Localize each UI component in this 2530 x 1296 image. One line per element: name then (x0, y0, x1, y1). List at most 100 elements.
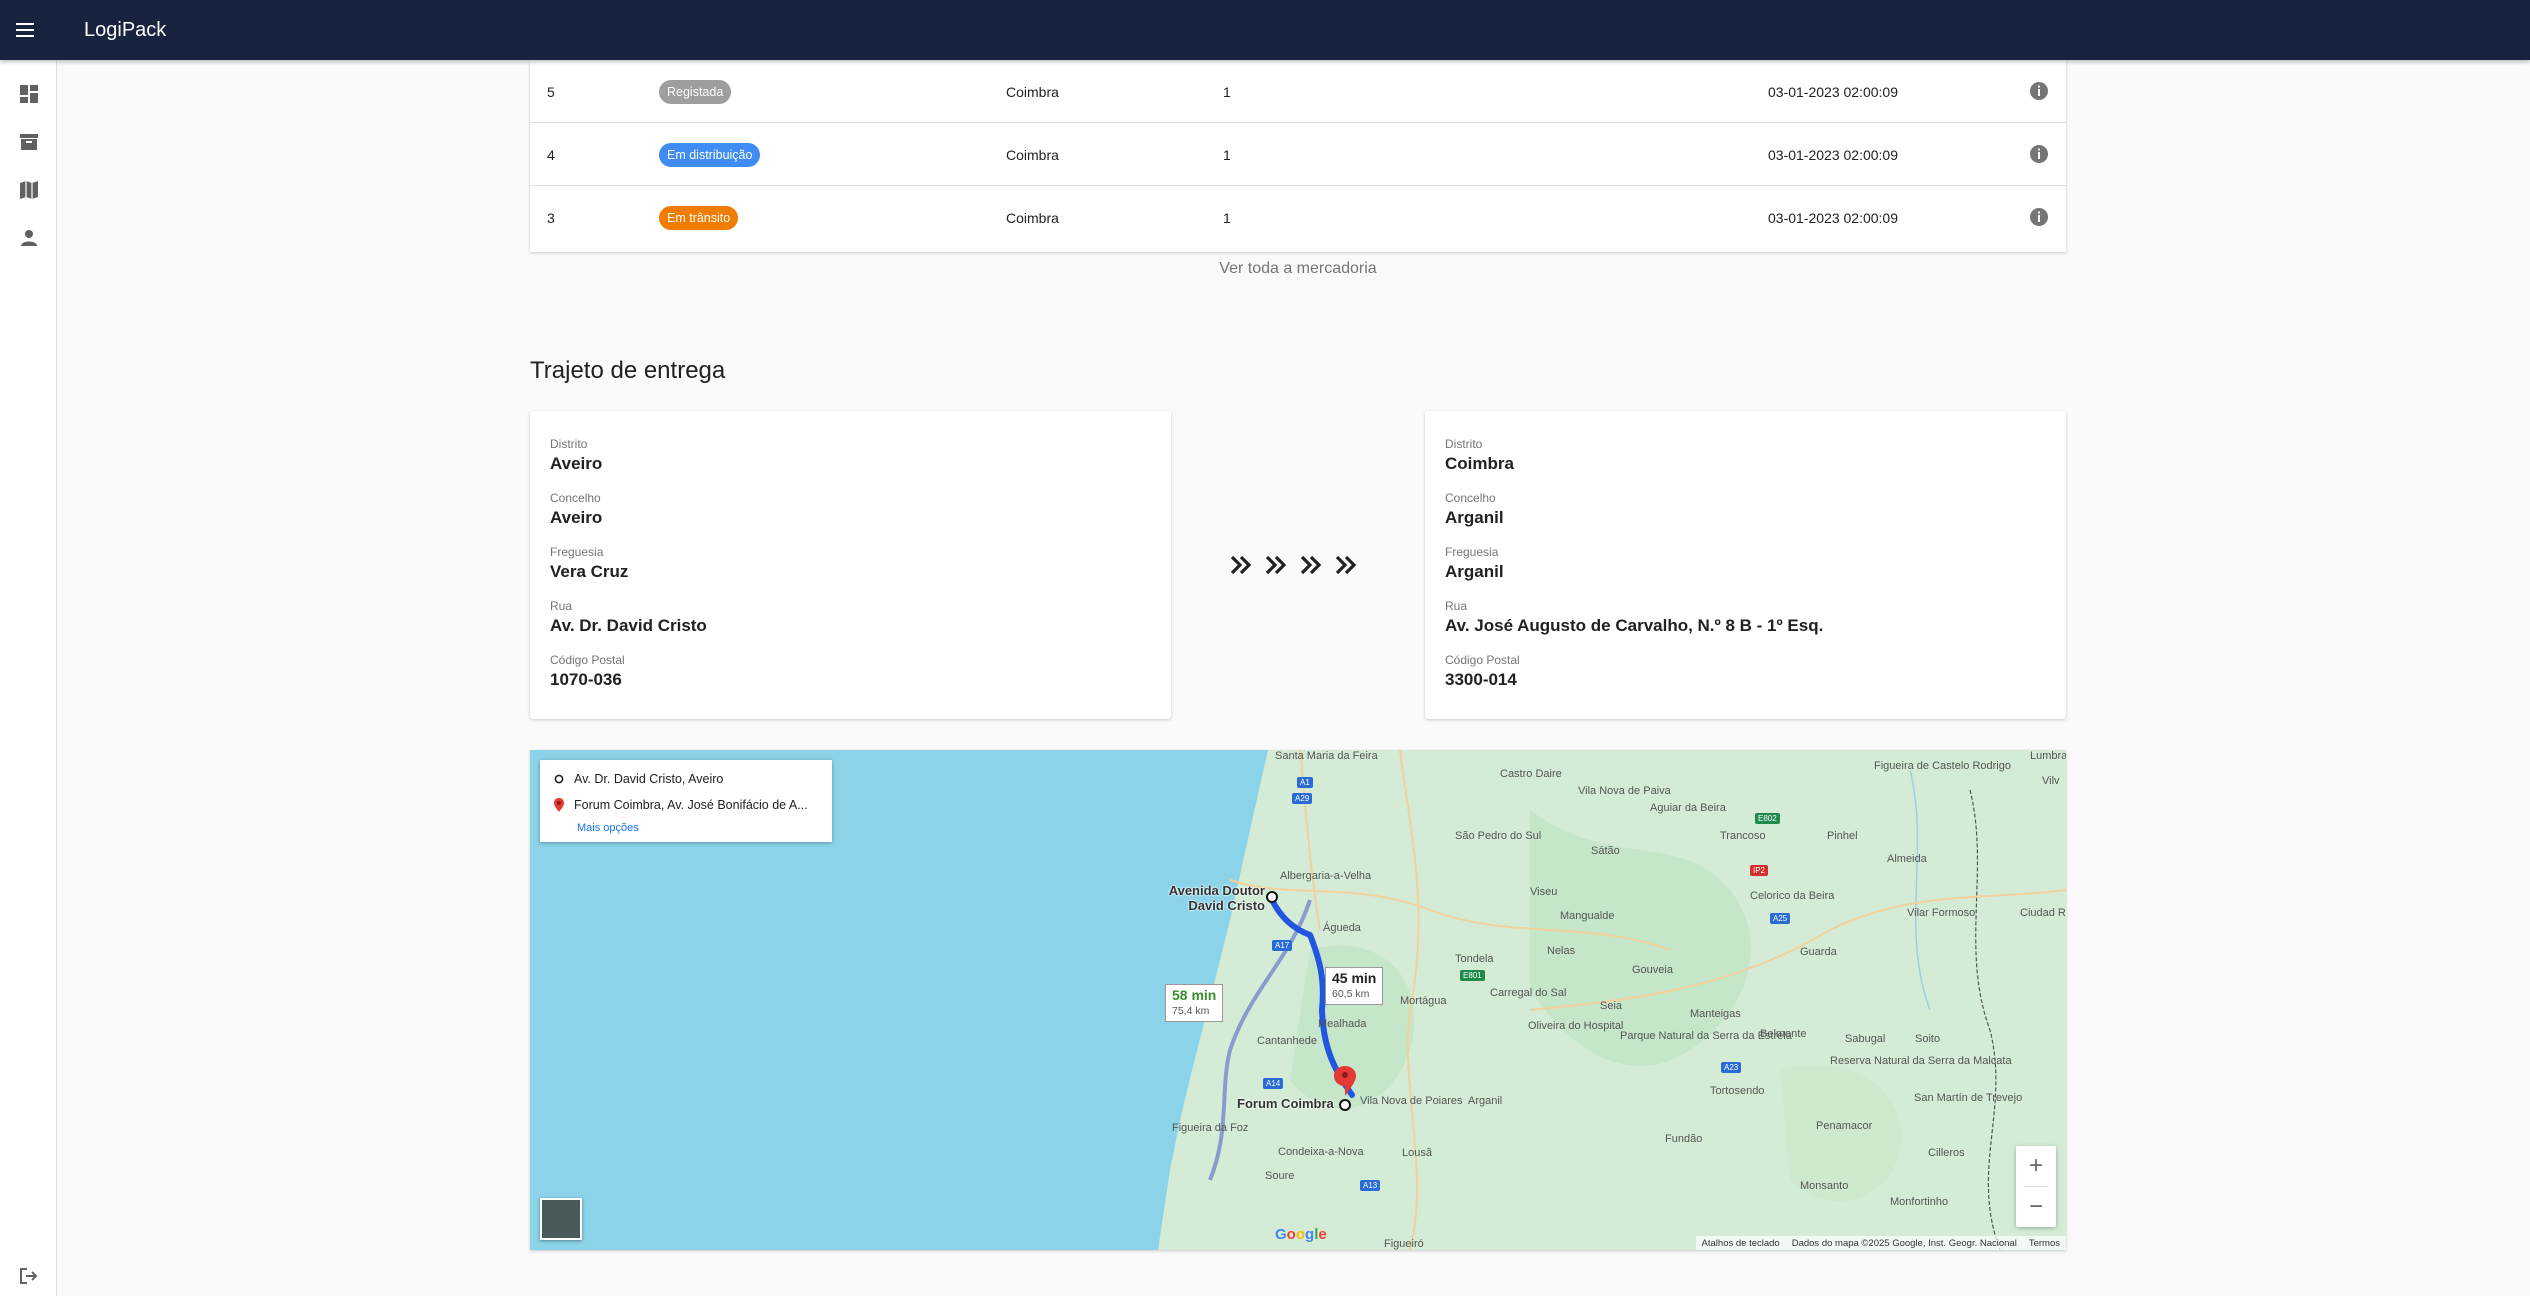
place-label: Figueira da Foz (1172, 1122, 1249, 1134)
place-label: Águeda (1323, 922, 1361, 934)
row-city: Coimbra (1006, 83, 1059, 100)
main-route-box[interactable]: 45 min 60,5 km (1325, 967, 1384, 1005)
place-label: Sabugal (1845, 1033, 1886, 1045)
road-shield: A13 (1360, 1180, 1381, 1191)
alt-route-box[interactable]: 58 min 75,4 km (1165, 984, 1224, 1022)
postal-code-value: 3300-014 (1445, 670, 1517, 689)
place-label: Tondela (1455, 953, 1494, 965)
district-value: Aveiro (550, 454, 603, 473)
parish-label: Freguesia (550, 545, 604, 559)
place-label: Mangualde (1560, 910, 1615, 922)
place-label: Arganil (1468, 1095, 1503, 1107)
alt-route-distance: 75,4 km (1172, 1005, 1210, 1017)
place-label: Monfortinho (1890, 1196, 1949, 1208)
zoom-out-button[interactable]: − (2016, 1187, 2056, 1227)
sidebar (0, 60, 57, 1296)
row-id: 5 (547, 83, 555, 100)
section-title: Trajeto de entrega (530, 357, 726, 384)
row-date: 03-01-2023 02:00:09 (1768, 146, 1898, 163)
origin-map-label: Avenida Doutor David Cristo (1168, 883, 1265, 913)
zoom-in-button[interactable]: + (2016, 1146, 2056, 1186)
terms-link[interactable]: Termos (2029, 1238, 2060, 1249)
sidebar-item-profile[interactable] (0, 214, 57, 262)
destination-card: Distrito Coimbra Concelho Arganil Freguesi… (1425, 411, 2066, 719)
place-label: Lumbrales (2030, 750, 2066, 762)
row-date: 03-01-2023 02:00:09 (1768, 209, 1898, 226)
keyboard-shortcuts-link[interactable]: Atalhos de teclado (1702, 1238, 1780, 1249)
place-label: San Martín de Trevejo (1914, 1092, 2023, 1104)
road-shield: A17 (1272, 940, 1293, 951)
destination-row[interactable]: Forum Coimbra, Av. José Bonifácio de A..… (554, 798, 808, 812)
road-shield: A23 (1721, 1062, 1742, 1073)
place-label: Santa Maria da Feira (1275, 750, 1378, 762)
table-row[interactable]: 5 Registada Coimbra 1 03-01-2023 02:00:0… (530, 60, 2066, 123)
row-date: 03-01-2023 02:00:09 (1768, 83, 1898, 100)
satellite-toggle[interactable] (540, 1198, 582, 1240)
origin-card: Distrito Aveiro Concelho Aveiro Freguesia V… (530, 411, 1171, 719)
place-label: Pinhel (1827, 830, 1858, 842)
place-label: Tortosendo (1710, 1085, 1765, 1097)
place-label: Penamacor (1816, 1120, 1873, 1132)
map-data-text: Dados do mapa ©2025 Google, Inst. Geogr.… (1791, 1237, 2017, 1249)
info-icon[interactable] (2028, 143, 2050, 165)
road-shield: A1 (1297, 777, 1313, 788)
map-attribution: Atalhos de teclado Dados do mapa ©2025 G… (1695, 1236, 2066, 1250)
place-label: Fundão (1665, 1133, 1703, 1145)
street-label: Rua (550, 599, 573, 613)
municipality-label: Concelho (1445, 491, 1496, 505)
row-quantity: 1 (1223, 146, 1231, 163)
place-label: Guarda (1800, 946, 1837, 958)
row-quantity: 1 (1223, 83, 1231, 100)
see-all-link[interactable]: Ver toda a mercadoria (530, 260, 2066, 278)
route-map[interactable]: Av. Dr. David Cristo, Aveiro Forum Coimb… (530, 750, 2066, 1250)
place-label: Sátão (1591, 845, 1620, 857)
map-icon (19, 181, 38, 199)
place-label: Vila Nova de Poiares (1360, 1095, 1463, 1107)
sidebar-item-logout[interactable] (0, 1252, 57, 1296)
menu-button[interactable] (0, 0, 50, 60)
row-quantity: 1 (1223, 209, 1231, 226)
road-shield: A25 (1770, 913, 1791, 924)
table-row[interactable]: 3 Em trânsito Coimbra 1 03-01-2023 02:00… (530, 186, 2066, 249)
sidebar-item-dashboard[interactable] (0, 70, 57, 118)
table-row[interactable]: 4 Em distribuição Coimbra 1 03-01-2023 0… (530, 123, 2066, 186)
place-label: Castro Daire (1500, 768, 1562, 780)
info-icon[interactable] (2028, 80, 2050, 102)
place-label: Parque Natural da Serra da Estrela (1620, 1030, 1792, 1042)
double-chevron-right-icon (1230, 555, 1357, 575)
place-label: Monsanto (1800, 1180, 1849, 1192)
place-label: Albergaria-a-Velha (1280, 870, 1372, 882)
place-label: Nelas (1547, 945, 1576, 957)
info-icon[interactable] (2028, 206, 2050, 228)
place-label: São Pedro do Sul (1455, 830, 1542, 842)
place-label: Condeixa-a-Nova (1278, 1146, 1364, 1158)
postal-code-value: 1070-036 (550, 670, 622, 689)
street-value: Av. José Augusto de Carvalho, N.º 8 B - … (1445, 616, 1824, 635)
directions-panel: Av. Dr. David Cristo, Aveiro Forum Coimb… (540, 760, 832, 842)
origin-row[interactable]: Av. Dr. David Cristo, Aveiro (554, 772, 723, 786)
road-shield: IP2 (1750, 865, 1769, 876)
postal-code-label: Código Postal (1445, 653, 1520, 667)
place-label: Soure (1265, 1170, 1295, 1182)
postal-code-label: Código Postal (550, 653, 625, 667)
shipments-table: 5 Registada Coimbra 1 03-01-2023 02:00:0… (530, 60, 2066, 252)
place-label: Oliveira do Hospital (1528, 1020, 1624, 1032)
row-city: Coimbra (1006, 146, 1059, 163)
place-label: Vilv (2042, 775, 2060, 787)
place-label: Viseu (1530, 886, 1558, 898)
location-pin-icon (554, 798, 564, 812)
more-options-link[interactable]: Mais opções (577, 822, 639, 834)
road-shield: A29 (1292, 793, 1313, 804)
district-label: Distrito (1445, 437, 1483, 451)
place-label: Vilar Formoso (1907, 907, 1976, 919)
place-label: Mealhada (1318, 1018, 1367, 1030)
place-label: Celorico da Beira (1750, 890, 1835, 902)
place-label: Gouveia (1632, 964, 1673, 976)
place-label: Cantanhede (1257, 1035, 1317, 1047)
sidebar-item-archive[interactable] (0, 118, 57, 166)
destination-map-label: Forum Coimbra (1237, 1096, 1334, 1111)
status-badge: Em trânsito (659, 205, 739, 230)
place-label: Reserva Natural da Serra da Malcata (1830, 1055, 2012, 1067)
menu-icon (16, 23, 34, 37)
sidebar-item-map[interactable] (0, 166, 57, 214)
